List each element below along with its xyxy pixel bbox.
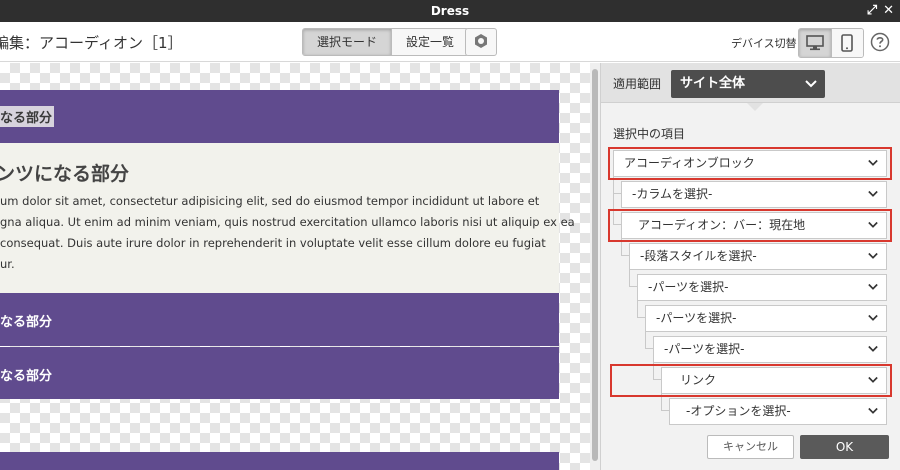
cancel-button[interactable]: キャンセル <box>707 435 794 459</box>
settings-panel: 適用範囲 サイト全体 選択中の項目 アコーディオンブロック -カラムを選択- ア… <box>600 63 900 470</box>
item-select-label: -パーツを選択- <box>656 311 737 325</box>
accordion-content: ンツになる部分 um dolor sit amet, consectetur a… <box>0 143 575 293</box>
tree-connector <box>637 300 645 318</box>
content-text: um dolor sit amet, consectetur adipisici… <box>0 191 575 275</box>
scrollbar-thumb[interactable] <box>592 69 598 461</box>
chevron-down-icon <box>805 80 817 88</box>
close-icon[interactable]: ✕ <box>883 0 894 22</box>
chevron-down-icon <box>868 407 878 414</box>
mode-segmented-control: 選択モード 設定一覧 <box>302 28 470 56</box>
selected-items-label: 選択中の項目 <box>613 127 686 141</box>
help-icon <box>870 32 890 52</box>
content-line: consequat. Duis aute irure dolor in repr… <box>0 236 546 250</box>
accordion-bar[interactable]: なる部分 <box>0 347 559 399</box>
expand-icon[interactable]: ⤢ <box>867 0 877 22</box>
content-line: gna aliqua. Ut enim ad minim veniam, qui… <box>0 215 575 229</box>
content-line: ur. <box>0 257 15 271</box>
settings-list-button[interactable]: 設定一覧 <box>391 29 469 55</box>
device-switcher <box>798 28 864 58</box>
item-select-label: -段落スタイルを選択- <box>640 249 757 263</box>
accordion-bar[interactable]: なる部分 <box>0 293 559 346</box>
share-icon <box>475 34 487 48</box>
chevron-down-icon <box>868 314 878 321</box>
highlight-frame <box>610 364 892 397</box>
highlight-frame <box>608 209 892 242</box>
content-heading: ンツになる部分 <box>0 163 130 185</box>
accordion-bar-selected[interactable]: なる部分 <box>0 90 559 143</box>
scope-label: 適用範囲 <box>613 77 662 91</box>
item-select-paragraph-style[interactable]: -段落スタイルを選択- <box>629 243 887 270</box>
tree-connector <box>645 331 653 349</box>
page-title: 編集：アコーディオン［1］ <box>0 34 183 52</box>
tree-connector <box>629 269 637 287</box>
chevron-down-icon <box>868 283 878 290</box>
item-select-label: -パーツを選択- <box>648 280 729 294</box>
chevron-down-icon <box>868 345 878 352</box>
desktop-device-button[interactable] <box>799 29 831 57</box>
mobile-icon <box>841 34 854 52</box>
content-line: um dolor sit amet, consectetur adipisici… <box>0 194 540 208</box>
accordion-bar[interactable] <box>0 452 559 470</box>
accordion-bar-label: なる部分 <box>0 315 53 330</box>
help-button[interactable] <box>870 32 890 56</box>
chevron-down-icon <box>868 190 878 197</box>
mobile-device-button[interactable] <box>830 29 863 57</box>
item-select-option[interactable]: -オプションを選択- <box>669 398 887 425</box>
highlight-frame <box>608 147 892 180</box>
item-select-parts[interactable]: -パーツを選択- <box>645 305 887 332</box>
window-titlebar: Dress ⤢ ✕ <box>0 0 900 22</box>
item-select-label: -カラムを選択- <box>632 187 713 201</box>
desktop-icon <box>806 35 824 51</box>
mode-select-button[interactable]: 選択モード <box>303 29 392 55</box>
item-select-label: -パーツを選択- <box>664 342 745 356</box>
window-title: Dress <box>430 4 470 18</box>
canvas-scrollbar[interactable] <box>590 63 600 470</box>
scope-select-value: サイト全体 <box>680 76 746 91</box>
item-select-parts[interactable]: -パーツを選択- <box>637 274 887 301</box>
toolbar: 編集：アコーディオン［1］ 選択モード 設定一覧 デバイス切替 <box>0 22 900 62</box>
item-select-label: -オプションを選択- <box>686 404 791 418</box>
preview-canvas: なる部分 ンツになる部分 um dolor sit amet, consecte… <box>0 63 590 470</box>
chevron-down-icon <box>868 252 878 259</box>
scope-bar: 適用範囲 サイト全体 <box>601 63 900 111</box>
item-select-parts[interactable]: -パーツを選択- <box>653 336 887 363</box>
ok-button[interactable]: OK <box>800 435 889 459</box>
device-switch-label: デバイス切替 <box>731 37 797 50</box>
share-button[interactable] <box>465 28 497 56</box>
item-select-column[interactable]: -カラムを選択- <box>621 181 887 208</box>
accordion-bar-label: なる部分 <box>0 369 53 384</box>
accordion-bar-label: なる部分 <box>0 106 55 127</box>
scope-select[interactable]: サイト全体 <box>671 70 825 98</box>
